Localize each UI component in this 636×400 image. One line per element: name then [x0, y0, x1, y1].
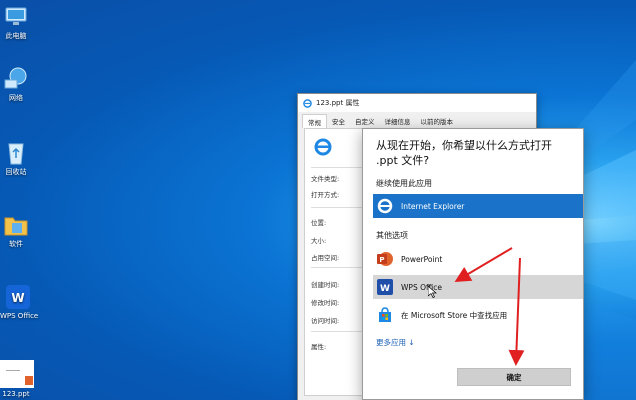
- other-options-heading: 其他选项: [376, 231, 408, 240]
- tab-previous-versions[interactable]: 以前的版本: [416, 114, 459, 128]
- keep-using-heading: 继续使用此应用: [376, 179, 432, 188]
- app-option-label: Internet Explorer: [401, 201, 465, 211]
- field-label: 文件类型:: [311, 175, 340, 183]
- app-option-internet-explorer[interactable]: Internet Explorer: [373, 194, 583, 218]
- desktop-icon-label: WPS Office: [0, 312, 39, 320]
- tab-custom[interactable]: 自定义: [350, 114, 380, 128]
- field-label: 属性:: [311, 343, 327, 351]
- field-label: 位置:: [311, 219, 327, 227]
- wps-office-icon: W: [5, 284, 31, 310]
- field-label: 修改时间:: [311, 299, 340, 307]
- app-option-powerpoint[interactable]: P PowerPoint: [373, 247, 583, 271]
- desktop-icon-ppt-file[interactable]: 123.ppt: [0, 360, 34, 399]
- mouse-pointer-icon: [428, 286, 437, 298]
- internet-explorer-icon: [303, 98, 312, 108]
- divider: [311, 167, 367, 168]
- desktop-icon-label: 回收站: [5, 168, 27, 176]
- tab-security[interactable]: 安全: [327, 114, 350, 128]
- field-label: 访问时间:: [311, 317, 340, 325]
- divider: [311, 267, 367, 268]
- powerpoint-icon: P: [376, 250, 394, 268]
- desktop-icon-label: 此电脑: [5, 32, 27, 40]
- desktop-icon-label: 软件: [9, 240, 23, 248]
- properties-title: 123.ppt 属性: [316, 99, 360, 107]
- folder-icon: [3, 212, 29, 238]
- tab-details[interactable]: 详细信息: [380, 114, 416, 128]
- desktop-icon-recycle-bin[interactable]: 回收站: [0, 140, 32, 177]
- field-label: 大小:: [311, 237, 327, 245]
- ok-button[interactable]: 确定: [457, 368, 571, 386]
- desktop-icon-wps-office[interactable]: W WPS Office: [0, 284, 39, 321]
- field-label: 创建时间:: [311, 281, 340, 289]
- desktop-icon-software[interactable]: 软件: [0, 212, 32, 249]
- this-pc-icon: [3, 4, 29, 30]
- wps-office-icon: W: [376, 278, 394, 296]
- recycle-bin-icon: [3, 140, 29, 166]
- field-label: 打开方式:: [311, 191, 340, 199]
- open-with-dialog: 从现在开始，你希望以什么方式打开 .ppt 文件? 继续使用此应用 Intern…: [362, 128, 584, 400]
- svg-text:W: W: [380, 284, 390, 294]
- open-with-title: 从现在开始，你希望以什么方式打开 .ppt 文件?: [376, 139, 552, 167]
- properties-tabs: 常规 安全 自定义 详细信息 以前的版本: [298, 114, 536, 128]
- svg-text:W: W: [11, 291, 24, 305]
- network-icon: [3, 66, 29, 92]
- desktop-icon-label: 123.ppt: [2, 390, 30, 398]
- divider: [311, 331, 367, 332]
- internet-explorer-icon: [376, 197, 394, 215]
- ppt-file-icon: [0, 360, 34, 388]
- more-apps-link[interactable]: 更多应用 ↓: [376, 337, 415, 348]
- svg-text:P: P: [379, 256, 384, 264]
- microsoft-store-icon: [376, 306, 394, 324]
- app-option-label: 在 Microsoft Store 中查找应用: [401, 310, 508, 320]
- desktop-icon-network[interactable]: 网络: [0, 66, 32, 103]
- app-option-label: PowerPoint: [401, 254, 443, 264]
- file-type-icon: [314, 138, 332, 156]
- properties-titlebar[interactable]: 123.ppt 属性: [298, 94, 536, 112]
- field-label: 占用空间:: [311, 254, 340, 262]
- divider: [311, 207, 367, 208]
- desktop-icon-this-pc[interactable]: 此电脑: [0, 4, 32, 41]
- app-option-microsoft-store[interactable]: 在 Microsoft Store 中查找应用: [373, 303, 583, 327]
- tab-general[interactable]: 常规: [302, 114, 327, 128]
- app-option-wps-office[interactable]: W WPS Office: [373, 275, 583, 299]
- desktop-icon-label: 网络: [9, 94, 23, 102]
